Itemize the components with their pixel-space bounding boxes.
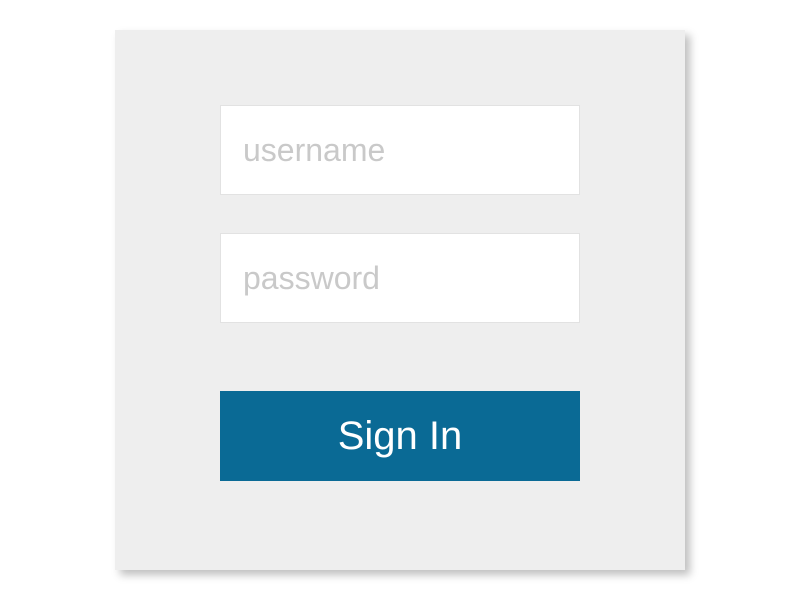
- signin-button[interactable]: Sign In: [220, 391, 580, 481]
- login-card: Sign In: [115, 30, 685, 570]
- username-input[interactable]: [220, 105, 580, 195]
- password-input[interactable]: [220, 233, 580, 323]
